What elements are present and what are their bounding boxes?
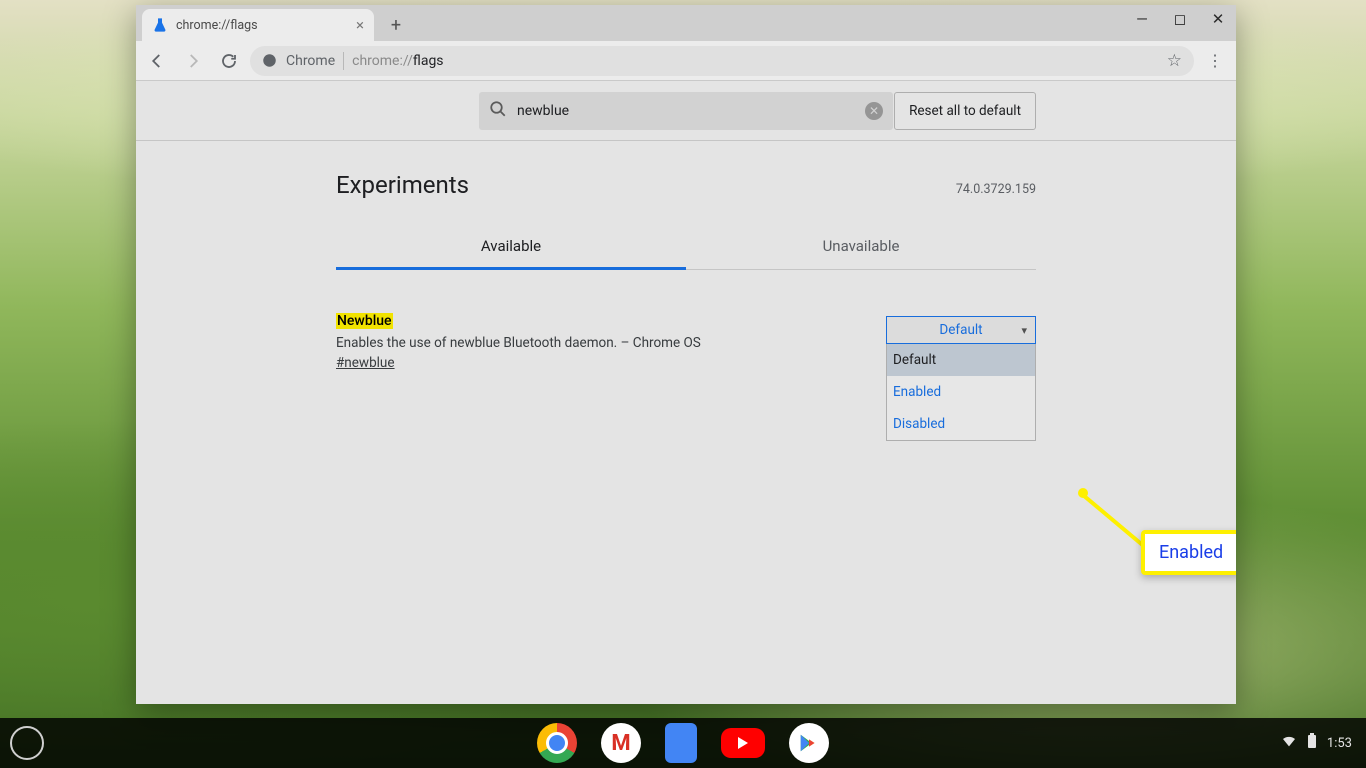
dropdown-option-disabled[interactable]: Disabled (887, 408, 1035, 440)
chromeos-shelf: M 1:53 (0, 718, 1366, 768)
flags-page: ✕ Reset all to default Experiments 74.0.… (136, 81, 1236, 704)
tab-title: chrome://flags (176, 18, 258, 33)
wifi-icon (1281, 733, 1297, 753)
chrome-app-icon[interactable] (537, 723, 577, 763)
dropdown-list: Default Enabled Disabled (886, 344, 1036, 441)
flag-info: Newblue Enables the use of newblue Bluet… (336, 310, 886, 371)
flags-header: ✕ Reset all to default (136, 81, 1236, 141)
browser-tab[interactable]: chrome://flags × (142, 9, 374, 41)
page-title: Experiments (336, 171, 469, 199)
tab-strip: chrome://flags × + — ◻ ✕ (136, 5, 1236, 41)
launcher-button[interactable] (10, 726, 44, 760)
close-icon[interactable]: × (356, 16, 364, 34)
window-controls: — ◻ ✕ (1130, 7, 1230, 31)
url-prefix: chrome:// (352, 53, 413, 69)
search-box[interactable]: ✕ (479, 92, 893, 130)
battery-icon (1307, 733, 1317, 753)
annotation-line (1082, 493, 1147, 549)
dropdown-option-default[interactable]: Default (887, 344, 1035, 376)
play-store-app-icon[interactable] (789, 723, 829, 763)
system-tray[interactable]: 1:53 (1281, 733, 1352, 753)
flag-dropdown[interactable]: Default Default Enabled Disabled (886, 316, 1036, 371)
reset-all-button[interactable]: Reset all to default (894, 92, 1036, 130)
address-bar[interactable]: Chrome chrome://flags ☆ (250, 46, 1194, 76)
clear-search-icon[interactable]: ✕ (865, 102, 883, 120)
chrome-icon (262, 53, 278, 69)
clock: 1:53 (1327, 736, 1352, 751)
flag-tabs: Available Unavailable (336, 225, 1036, 270)
flags-body: Experiments 74.0.3729.159 Available Unav… (136, 141, 1236, 371)
tab-unavailable[interactable]: Unavailable (686, 225, 1036, 269)
dropdown-selected[interactable]: Default (886, 316, 1036, 344)
minimize-button[interactable]: — (1130, 7, 1154, 31)
search-input[interactable] (517, 103, 865, 119)
annotation-callout: Enabled (1141, 530, 1236, 575)
browser-toolbar: Chrome chrome://flags ☆ ⋮ (136, 41, 1236, 81)
search-icon (489, 100, 507, 122)
flag-hash-link[interactable]: #newblue (336, 355, 395, 371)
maximize-button[interactable]: ◻ (1168, 7, 1192, 31)
forward-button[interactable] (178, 46, 208, 76)
gmail-app-icon[interactable]: M (601, 723, 641, 763)
browser-window: chrome://flags × + — ◻ ✕ Chrome chrome:/… (136, 5, 1236, 704)
shelf-apps: M (537, 723, 829, 763)
flask-icon (152, 17, 168, 33)
chrome-scheme-label: Chrome (286, 53, 335, 69)
url-path: flags (413, 53, 444, 69)
omnibox-divider (343, 52, 344, 70)
dropdown-option-enabled[interactable]: Enabled (887, 376, 1035, 408)
browser-menu-button[interactable]: ⋮ (1200, 46, 1230, 76)
close-window-button[interactable]: ✕ (1206, 7, 1230, 31)
new-tab-button[interactable]: + (382, 11, 410, 39)
flag-description: Enables the use of newblue Bluetooth dae… (336, 335, 856, 351)
flag-row: Newblue Enables the use of newblue Bluet… (336, 310, 1036, 371)
docs-app-icon[interactable] (665, 723, 697, 763)
youtube-app-icon[interactable] (721, 728, 765, 758)
flag-name: Newblue (336, 313, 393, 329)
back-button[interactable] (142, 46, 172, 76)
tab-available[interactable]: Available (336, 225, 686, 269)
reload-button[interactable] (214, 46, 244, 76)
bookmark-star-icon[interactable]: ☆ (1167, 51, 1182, 71)
chrome-version: 74.0.3729.159 (956, 182, 1036, 197)
